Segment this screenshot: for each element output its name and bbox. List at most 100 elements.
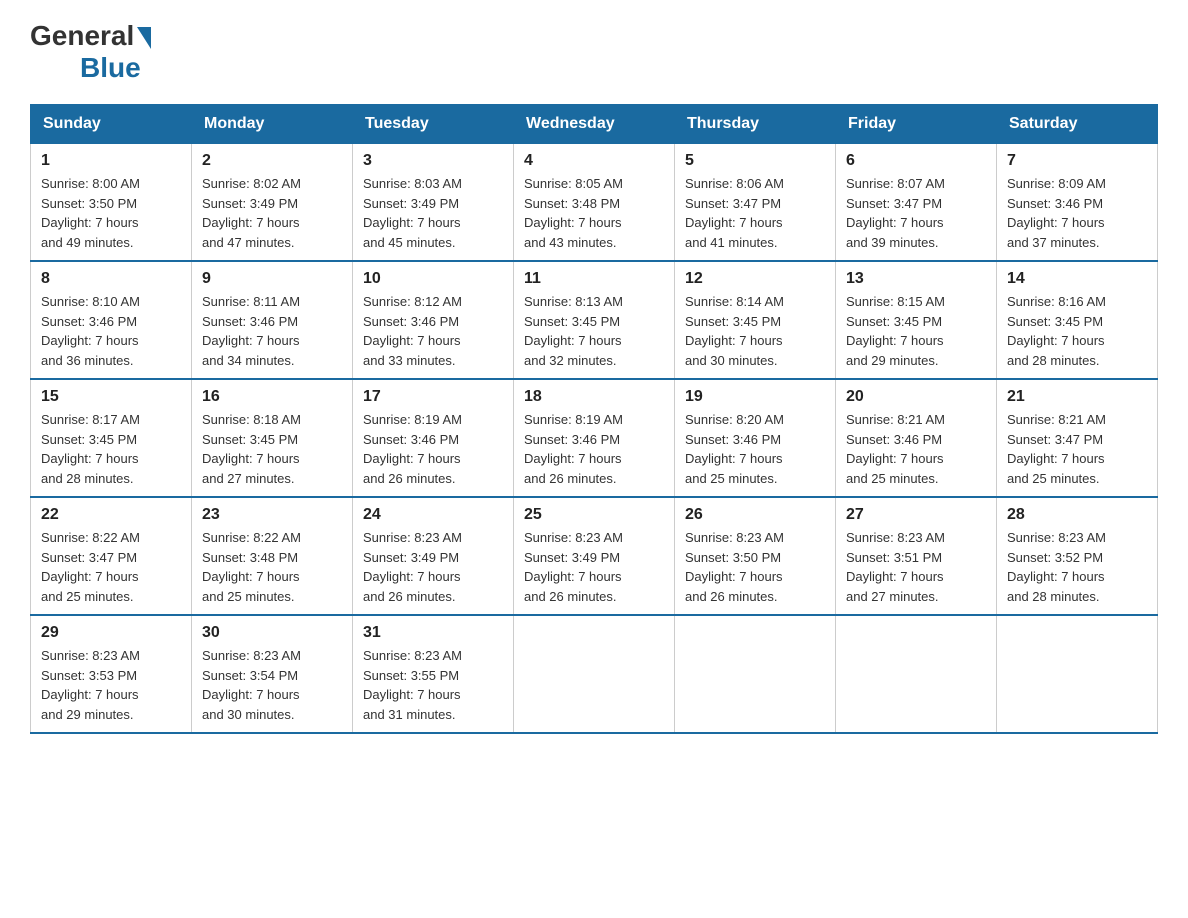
day-info: Sunrise: 8:21 AMSunset: 3:47 PMDaylight:… (1007, 410, 1147, 488)
day-number: 15 (41, 388, 181, 406)
calendar-cell: 27 Sunrise: 8:23 AMSunset: 3:51 PMDaylig… (836, 497, 997, 615)
header-tuesday: Tuesday (353, 105, 514, 144)
calendar-cell: 7 Sunrise: 8:09 AMSunset: 3:46 PMDayligh… (997, 144, 1158, 262)
day-info: Sunrise: 8:09 AMSunset: 3:46 PMDaylight:… (1007, 174, 1147, 252)
day-info: Sunrise: 8:13 AMSunset: 3:45 PMDaylight:… (524, 292, 664, 370)
day-info: Sunrise: 8:19 AMSunset: 3:46 PMDaylight:… (524, 410, 664, 488)
day-info: Sunrise: 8:16 AMSunset: 3:45 PMDaylight:… (1007, 292, 1147, 370)
day-info: Sunrise: 8:21 AMSunset: 3:46 PMDaylight:… (846, 410, 986, 488)
calendar-cell: 22 Sunrise: 8:22 AMSunset: 3:47 PMDaylig… (31, 497, 192, 615)
day-info: Sunrise: 8:23 AMSunset: 3:52 PMDaylight:… (1007, 528, 1147, 606)
day-info: Sunrise: 8:23 AMSunset: 3:49 PMDaylight:… (524, 528, 664, 606)
day-number: 5 (685, 152, 825, 170)
day-number: 17 (363, 388, 503, 406)
day-number: 19 (685, 388, 825, 406)
header-saturday: Saturday (997, 105, 1158, 144)
day-number: 21 (1007, 388, 1147, 406)
calendar-cell: 24 Sunrise: 8:23 AMSunset: 3:49 PMDaylig… (353, 497, 514, 615)
day-number: 27 (846, 506, 986, 524)
day-number: 23 (202, 506, 342, 524)
day-number: 11 (524, 270, 664, 288)
calendar-header-row: SundayMondayTuesdayWednesdayThursdayFrid… (31, 105, 1158, 144)
day-info: Sunrise: 8:22 AMSunset: 3:48 PMDaylight:… (202, 528, 342, 606)
day-info: Sunrise: 8:23 AMSunset: 3:54 PMDaylight:… (202, 646, 342, 724)
calendar-cell: 21 Sunrise: 8:21 AMSunset: 3:47 PMDaylig… (997, 379, 1158, 497)
calendar-cell: 10 Sunrise: 8:12 AMSunset: 3:46 PMDaylig… (353, 261, 514, 379)
calendar-cell: 16 Sunrise: 8:18 AMSunset: 3:45 PMDaylig… (192, 379, 353, 497)
calendar-cell (997, 615, 1158, 733)
day-number: 28 (1007, 506, 1147, 524)
day-number: 6 (846, 152, 986, 170)
day-info: Sunrise: 8:06 AMSunset: 3:47 PMDaylight:… (685, 174, 825, 252)
calendar-cell: 20 Sunrise: 8:21 AMSunset: 3:46 PMDaylig… (836, 379, 997, 497)
day-number: 24 (363, 506, 503, 524)
page-header: General Blue (30, 20, 1158, 84)
calendar-week-row: 22 Sunrise: 8:22 AMSunset: 3:47 PMDaylig… (31, 497, 1158, 615)
day-info: Sunrise: 8:17 AMSunset: 3:45 PMDaylight:… (41, 410, 181, 488)
calendar-week-row: 15 Sunrise: 8:17 AMSunset: 3:45 PMDaylig… (31, 379, 1158, 497)
day-number: 2 (202, 152, 342, 170)
day-info: Sunrise: 8:23 AMSunset: 3:55 PMDaylight:… (363, 646, 503, 724)
day-number: 3 (363, 152, 503, 170)
day-number: 22 (41, 506, 181, 524)
calendar-cell (836, 615, 997, 733)
day-info: Sunrise: 8:03 AMSunset: 3:49 PMDaylight:… (363, 174, 503, 252)
day-info: Sunrise: 8:15 AMSunset: 3:45 PMDaylight:… (846, 292, 986, 370)
day-number: 20 (846, 388, 986, 406)
calendar-cell: 30 Sunrise: 8:23 AMSunset: 3:54 PMDaylig… (192, 615, 353, 733)
day-info: Sunrise: 8:18 AMSunset: 3:45 PMDaylight:… (202, 410, 342, 488)
calendar-cell: 11 Sunrise: 8:13 AMSunset: 3:45 PMDaylig… (514, 261, 675, 379)
day-number: 9 (202, 270, 342, 288)
calendar-table: SundayMondayTuesdayWednesdayThursdayFrid… (30, 104, 1158, 734)
day-info: Sunrise: 8:23 AMSunset: 3:51 PMDaylight:… (846, 528, 986, 606)
calendar-cell: 31 Sunrise: 8:23 AMSunset: 3:55 PMDaylig… (353, 615, 514, 733)
calendar-cell: 13 Sunrise: 8:15 AMSunset: 3:45 PMDaylig… (836, 261, 997, 379)
header-thursday: Thursday (675, 105, 836, 144)
day-info: Sunrise: 8:11 AMSunset: 3:46 PMDaylight:… (202, 292, 342, 370)
calendar-cell: 2 Sunrise: 8:02 AMSunset: 3:49 PMDayligh… (192, 144, 353, 262)
calendar-cell: 6 Sunrise: 8:07 AMSunset: 3:47 PMDayligh… (836, 144, 997, 262)
calendar-week-row: 8 Sunrise: 8:10 AMSunset: 3:46 PMDayligh… (31, 261, 1158, 379)
day-info: Sunrise: 8:12 AMSunset: 3:46 PMDaylight:… (363, 292, 503, 370)
calendar-week-row: 1 Sunrise: 8:00 AMSunset: 3:50 PMDayligh… (31, 144, 1158, 262)
header-monday: Monday (192, 105, 353, 144)
calendar-cell: 29 Sunrise: 8:23 AMSunset: 3:53 PMDaylig… (31, 615, 192, 733)
day-info: Sunrise: 8:19 AMSunset: 3:46 PMDaylight:… (363, 410, 503, 488)
day-number: 7 (1007, 152, 1147, 170)
day-info: Sunrise: 8:20 AMSunset: 3:46 PMDaylight:… (685, 410, 825, 488)
logo-blue-text: Blue (80, 52, 141, 84)
day-number: 13 (846, 270, 986, 288)
calendar-cell: 23 Sunrise: 8:22 AMSunset: 3:48 PMDaylig… (192, 497, 353, 615)
day-number: 31 (363, 624, 503, 642)
header-friday: Friday (836, 105, 997, 144)
day-number: 4 (524, 152, 664, 170)
calendar-cell (514, 615, 675, 733)
calendar-cell: 12 Sunrise: 8:14 AMSunset: 3:45 PMDaylig… (675, 261, 836, 379)
header-sunday: Sunday (31, 105, 192, 144)
day-number: 18 (524, 388, 664, 406)
calendar-cell: 8 Sunrise: 8:10 AMSunset: 3:46 PMDayligh… (31, 261, 192, 379)
day-number: 14 (1007, 270, 1147, 288)
day-number: 26 (685, 506, 825, 524)
calendar-cell: 17 Sunrise: 8:19 AMSunset: 3:46 PMDaylig… (353, 379, 514, 497)
day-number: 25 (524, 506, 664, 524)
calendar-cell (675, 615, 836, 733)
logo: General Blue (30, 20, 151, 84)
calendar-cell: 28 Sunrise: 8:23 AMSunset: 3:52 PMDaylig… (997, 497, 1158, 615)
calendar-cell: 9 Sunrise: 8:11 AMSunset: 3:46 PMDayligh… (192, 261, 353, 379)
day-info: Sunrise: 8:10 AMSunset: 3:46 PMDaylight:… (41, 292, 181, 370)
day-info: Sunrise: 8:23 AMSunset: 3:50 PMDaylight:… (685, 528, 825, 606)
calendar-cell: 14 Sunrise: 8:16 AMSunset: 3:45 PMDaylig… (997, 261, 1158, 379)
calendar-cell: 1 Sunrise: 8:00 AMSunset: 3:50 PMDayligh… (31, 144, 192, 262)
day-info: Sunrise: 8:07 AMSunset: 3:47 PMDaylight:… (846, 174, 986, 252)
calendar-cell: 18 Sunrise: 8:19 AMSunset: 3:46 PMDaylig… (514, 379, 675, 497)
calendar-cell: 26 Sunrise: 8:23 AMSunset: 3:50 PMDaylig… (675, 497, 836, 615)
day-info: Sunrise: 8:23 AMSunset: 3:53 PMDaylight:… (41, 646, 181, 724)
day-number: 12 (685, 270, 825, 288)
day-info: Sunrise: 8:00 AMSunset: 3:50 PMDaylight:… (41, 174, 181, 252)
calendar-cell: 5 Sunrise: 8:06 AMSunset: 3:47 PMDayligh… (675, 144, 836, 262)
day-info: Sunrise: 8:22 AMSunset: 3:47 PMDaylight:… (41, 528, 181, 606)
day-info: Sunrise: 8:05 AMSunset: 3:48 PMDaylight:… (524, 174, 664, 252)
calendar-cell: 3 Sunrise: 8:03 AMSunset: 3:49 PMDayligh… (353, 144, 514, 262)
day-info: Sunrise: 8:14 AMSunset: 3:45 PMDaylight:… (685, 292, 825, 370)
